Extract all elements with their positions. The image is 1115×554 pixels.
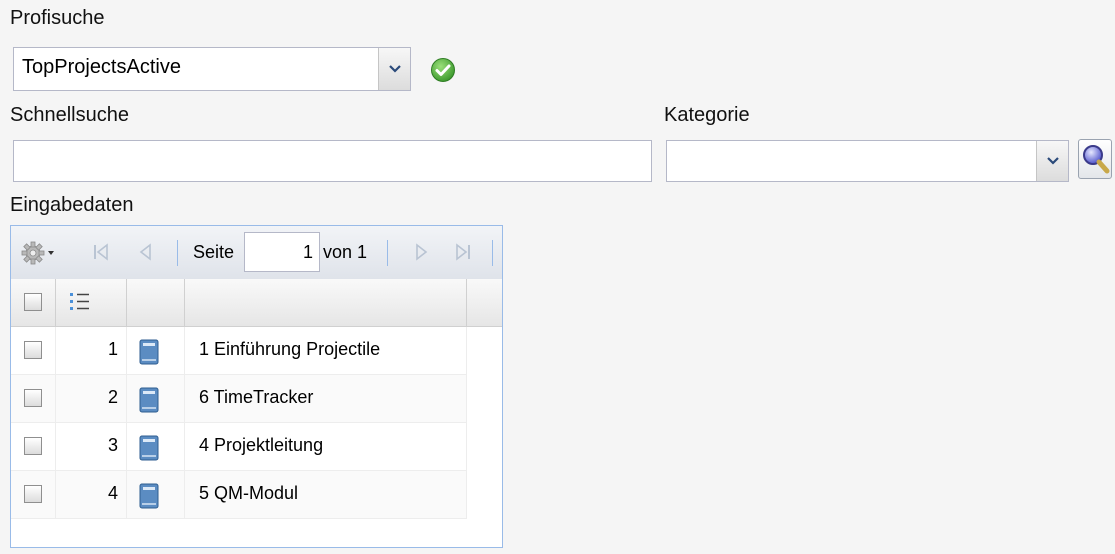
row-number-cell: 2 bbox=[56, 375, 127, 422]
book-icon bbox=[139, 483, 159, 509]
check-circle-icon bbox=[431, 58, 455, 82]
header-rownumber[interactable] bbox=[56, 279, 127, 326]
row-checkbox[interactable] bbox=[24, 485, 42, 503]
profisuche-dropdown-button[interactable] bbox=[378, 48, 410, 90]
row-number-cell: 3 bbox=[56, 423, 127, 470]
row-icon-cell bbox=[127, 327, 185, 374]
row-name: 6 TimeTracker bbox=[199, 387, 314, 407]
row-number: 1 bbox=[107, 339, 118, 359]
chevron-down-icon bbox=[388, 65, 401, 73]
page-number-input[interactable] bbox=[244, 232, 320, 272]
toolbar-separator bbox=[492, 240, 493, 266]
schnellsuche-input[interactable] bbox=[13, 140, 652, 182]
row-number: 2 bbox=[107, 387, 118, 407]
magnifier-icon bbox=[1083, 145, 1110, 174]
row-number-cell: 4 bbox=[56, 471, 127, 518]
chevron-down-icon bbox=[1046, 157, 1059, 165]
row-icon-cell bbox=[127, 423, 185, 470]
row-number: 3 bbox=[107, 435, 118, 455]
select-all-checkbox[interactable] bbox=[24, 293, 42, 311]
row-checkbox[interactable] bbox=[24, 437, 42, 455]
profisuche-label: Profisuche bbox=[10, 7, 105, 29]
book-icon bbox=[139, 339, 159, 365]
row-checkbox-cell bbox=[11, 471, 56, 518]
kategorie-dropdown-button[interactable] bbox=[1036, 141, 1068, 181]
table-row[interactable]: 4 5 QM-Modul bbox=[11, 471, 467, 519]
paging-toolbar: Seite von 1 bbox=[11, 226, 502, 280]
schnellsuche-label: Schnellsuche bbox=[10, 104, 129, 126]
row-checkbox-cell bbox=[11, 327, 56, 374]
row-checkbox[interactable] bbox=[24, 389, 42, 407]
row-name: 4 Projektleitung bbox=[199, 435, 324, 455]
row-checkbox-cell bbox=[11, 375, 56, 422]
next-page-icon bbox=[416, 243, 428, 261]
row-icon-cell bbox=[127, 375, 185, 422]
profisuche-value: TopProjectsActive bbox=[22, 56, 181, 78]
page-count-label: von 1 bbox=[323, 242, 368, 262]
first-page-button[interactable] bbox=[91, 242, 111, 268]
toolbar-separator bbox=[387, 240, 388, 266]
row-name-cell: 1 Einführung Projectile bbox=[185, 327, 467, 374]
row-name-cell: 4 Projektleitung bbox=[185, 423, 467, 470]
gear-icon bbox=[21, 241, 54, 265]
book-icon bbox=[139, 435, 159, 461]
row-number-cell: 1 bbox=[56, 327, 127, 374]
eingabedaten-label: Eingabedaten bbox=[10, 194, 134, 216]
table-row[interactable]: 1 1 Einführung Projectile bbox=[11, 327, 467, 375]
header-icon-column[interactable] bbox=[127, 279, 185, 326]
header-select-all[interactable] bbox=[11, 279, 56, 326]
row-number: 4 bbox=[107, 483, 118, 503]
prev-page-icon bbox=[139, 243, 151, 261]
profisuche-select[interactable]: TopProjectsActive bbox=[13, 47, 411, 91]
search-button[interactable] bbox=[1078, 139, 1112, 179]
last-page-button[interactable] bbox=[453, 242, 473, 268]
numbered-list-icon bbox=[70, 293, 89, 310]
last-page-icon bbox=[456, 243, 470, 261]
table-row[interactable]: 2 6 TimeTracker bbox=[11, 375, 467, 423]
row-checkbox-cell bbox=[11, 423, 56, 470]
table-row[interactable]: 3 4 Projektleitung bbox=[11, 423, 467, 471]
settings-menu-button[interactable] bbox=[21, 240, 57, 266]
row-name-cell: 5 QM-Modul bbox=[185, 471, 467, 518]
row-checkbox[interactable] bbox=[24, 341, 42, 359]
header-name-column[interactable] bbox=[185, 279, 467, 326]
kategorie-select[interactable] bbox=[666, 140, 1069, 182]
eingabedaten-grid: Seite von 1 1 1 E bbox=[10, 225, 503, 548]
book-icon bbox=[139, 387, 159, 413]
grid-header bbox=[11, 279, 502, 327]
kategorie-label: Kategorie bbox=[664, 104, 750, 126]
row-name-cell: 6 TimeTracker bbox=[185, 375, 467, 422]
row-icon-cell bbox=[127, 471, 185, 518]
row-name: 5 QM-Modul bbox=[199, 483, 299, 503]
toolbar-separator bbox=[177, 240, 178, 266]
prev-page-button[interactable] bbox=[136, 242, 156, 268]
first-page-icon bbox=[94, 243, 108, 261]
row-name: 1 Einführung Projectile bbox=[199, 339, 381, 359]
next-page-button[interactable] bbox=[411, 242, 431, 268]
page-label: Seite bbox=[193, 242, 235, 262]
